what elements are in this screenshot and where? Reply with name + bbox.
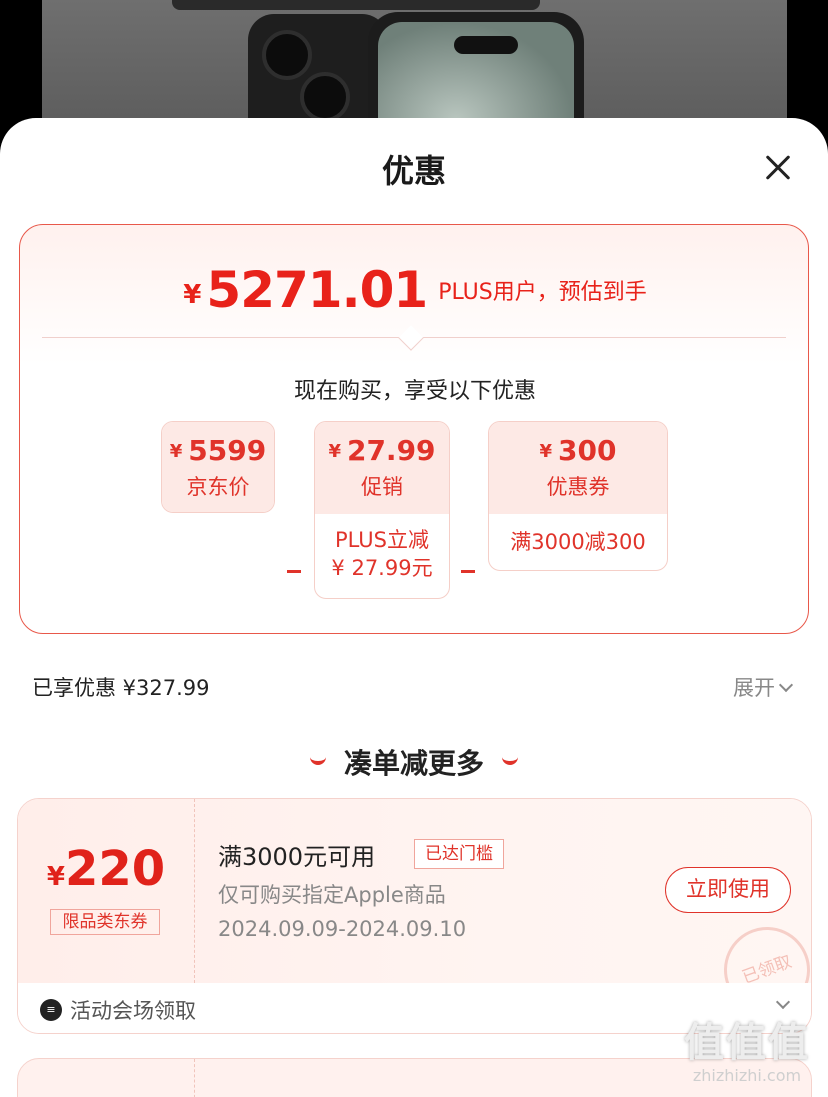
watermark-logo: 值值值 (684, 1020, 810, 1066)
coupon-box: ¥300 优惠券 满3000减300 (488, 421, 668, 571)
promotion-box: ¥27.99 促销 PLUS立减 ¥ 27.99元 (314, 421, 450, 599)
coupon-value: 300 (558, 434, 617, 467)
jd-price-label: 京东价 (186, 475, 250, 499)
coupon-card: ¥220 限品类东券 满3000元可用 已达门槛 仅可购买指定Apple商品 2… (17, 798, 812, 1034)
box-currency: ¥ (328, 441, 341, 462)
watermark: 值值值 zhizhizhi.com (672, 1010, 822, 1085)
minus-operator (287, 570, 301, 573)
coupon-label: 优惠券 (546, 475, 610, 499)
coupon-separator (194, 1059, 195, 1097)
currency-symbol: ¥ (183, 280, 202, 310)
dynamic-island (454, 36, 518, 54)
box-currency: ¥ (169, 441, 183, 462)
estimated-price: ¥ 5271.01 PLUS用户，预估到手 (20, 261, 810, 319)
price-value: 5271.01 (206, 261, 428, 319)
sheet-title: 优惠 (381, 152, 446, 190)
camera-lens-icon (300, 72, 350, 122)
estimate-card: ¥ 5271.01 PLUS用户，预估到手 现在购买，享受以下优惠 ¥5599 … (19, 224, 809, 634)
use-now-button[interactable]: 立即使用 (665, 867, 791, 913)
chevron-down-icon[interactable] (775, 994, 791, 1010)
discount-summary: 已享优惠 ¥327.99 (32, 676, 210, 700)
jd-price-value: 5599 (188, 434, 267, 467)
camera-lens-icon (262, 30, 312, 80)
activity-icon: ≡ (40, 999, 62, 1021)
expand-label: 展开 (733, 676, 775, 700)
promotion-detail-amount: ¥ 27.99元 (331, 556, 433, 580)
image-top-bar (172, 0, 540, 10)
discount-sheet: 优惠 ¥ 5271.01 PLUS用户，预估到手 现在购买，享受以下优惠 ¥55… (0, 118, 828, 1097)
promotion-detail: PLUS立减 (334, 528, 430, 552)
smile-decoration-icon (309, 757, 326, 765)
close-icon[interactable] (758, 148, 798, 188)
coupon-scope: 仅可购买指定Apple商品 (218, 883, 446, 907)
coupon-currency: ¥ (46, 862, 65, 892)
coupon-separator (194, 799, 195, 983)
coupon-validity: 2024.09.09-2024.09.10 (218, 917, 467, 941)
section-title: 凑单减更多 (0, 742, 828, 782)
box-currency: ¥ (539, 441, 553, 462)
divider-notch (398, 325, 424, 351)
discount-intro: 现在购买，享受以下优惠 (293, 379, 536, 404)
coupon-amount-value: 220 (64, 841, 166, 897)
coupon-type-badge: 限品类东券 (50, 909, 160, 935)
promotion-label: 促销 (361, 475, 403, 499)
watermark-url: zhizhizhi.com (692, 1066, 802, 1085)
chevron-down-icon (778, 677, 794, 693)
section-title-text: 凑单减更多 (343, 747, 484, 780)
coupon-source: 活动会场领取 (70, 999, 196, 1023)
minus-operator (461, 570, 475, 573)
threshold-reached-badge: 已达门槛 (414, 839, 504, 869)
expand-button[interactable]: 展开 (733, 672, 794, 702)
jd-price-box: ¥5599 京东价 (161, 421, 275, 513)
coupon-detail: 满3000减300 (510, 530, 646, 554)
coupon-condition: 满3000元可用 (218, 843, 376, 871)
promotion-value: 27.99 (346, 434, 436, 467)
smile-decoration-icon (502, 757, 518, 765)
coupon-body: ¥220 限品类东券 满3000元可用 已达门槛 仅可购买指定Apple商品 2… (18, 799, 811, 1026)
coupon-amount: ¥220 (18, 841, 194, 897)
price-tag: PLUS用户，预估到手 (438, 280, 647, 305)
